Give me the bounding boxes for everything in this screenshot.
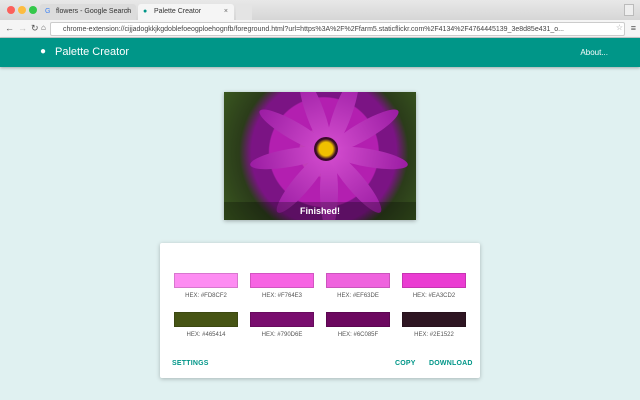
close-tab-icon[interactable]: × (224, 8, 228, 15)
app-title: Palette Creator (55, 46, 129, 58)
hex-label: HEX: #FD8CF2 (185, 293, 227, 299)
tab-label: Palette Creator (154, 8, 202, 15)
maximize-window-icon[interactable] (29, 6, 37, 14)
copy-button[interactable]: COPY (395, 360, 416, 367)
browser-tab-bar: G flowers - Google Search × ● Palette Cr… (0, 0, 640, 20)
hex-label: HEX: #EA3CD2 (412, 293, 456, 299)
close-window-icon[interactable] (7, 6, 15, 14)
address-bar[interactable]: chrome-extension://cijjadogkkjkgdoblefoe… (50, 22, 625, 36)
color-swatch[interactable] (174, 312, 238, 327)
hex-label: HEX: #EF63DE (337, 293, 379, 299)
about-link[interactable]: About... (580, 48, 608, 57)
app-header: ● Palette Creator About... (0, 38, 640, 67)
minimize-window-icon[interactable] (18, 6, 26, 14)
download-button[interactable]: DOWNLOAD (429, 360, 473, 367)
color-swatch[interactable] (326, 273, 390, 288)
color-swatch[interactable] (326, 312, 390, 327)
profile-icon[interactable] (624, 4, 634, 16)
menu-icon[interactable]: ≡ (631, 23, 636, 33)
home-icon[interactable]: ⌂ (41, 23, 46, 32)
color-swatch[interactable] (402, 273, 466, 288)
forward-icon[interactable]: → (18, 23, 27, 33)
hex-label: HEX: #465414 (186, 332, 226, 338)
new-tab-button[interactable] (236, 4, 252, 20)
settings-button[interactable]: SETTINGS (172, 360, 209, 367)
palette-card: SETTINGS COPY DOWNLOAD HEX: #FD8CF2 HEX: … (160, 243, 480, 378)
color-swatch[interactable] (402, 312, 466, 327)
hex-label: HEX: #F764E3 (261, 293, 303, 299)
color-swatch[interactable] (250, 312, 314, 327)
color-swatch[interactable] (174, 273, 238, 288)
browser-toolbar: ← → ↻ ⌂ chrome-extension://cijjadogkkjkg… (0, 20, 640, 38)
palette-icon: ● (143, 8, 148, 15)
status-text: Finished! (224, 202, 416, 220)
google-icon: G (45, 8, 51, 15)
tab-google-search[interactable]: G flowers - Google Search × (40, 4, 136, 20)
tab-palette-creator[interactable]: ● Palette Creator × (138, 4, 234, 20)
bookmark-star-icon[interactable]: ☆ (616, 23, 623, 32)
palette-logo-icon: ● (40, 46, 47, 57)
color-swatch[interactable] (250, 273, 314, 288)
back-icon[interactable]: ← (5, 23, 14, 33)
hex-label: HEX: #790D6E (261, 332, 303, 338)
hex-label: HEX: #6C085F (337, 332, 379, 338)
tab-label: flowers - Google Search (56, 8, 132, 15)
close-tab-icon[interactable]: × (126, 8, 130, 15)
reload-icon[interactable]: ↻ (31, 23, 39, 34)
hex-label: HEX: #2E1522 (414, 332, 454, 338)
source-image: Finished! (224, 92, 416, 220)
